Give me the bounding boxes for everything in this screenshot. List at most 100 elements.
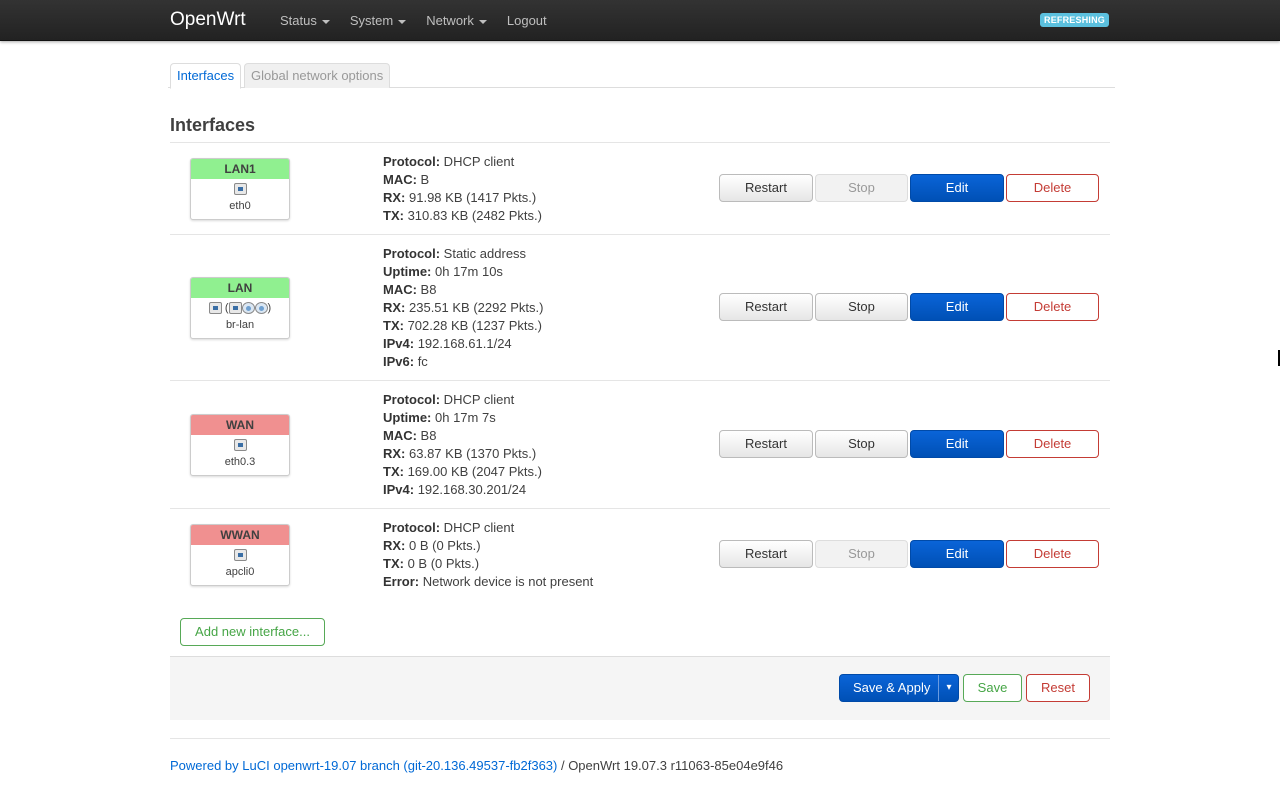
bridge-ports-icons: () — [191, 298, 289, 318]
interface-name: LAN1 — [191, 159, 289, 179]
interface-badge: WWAN apcli0 — [190, 524, 290, 586]
tab-global-network-options[interactable]: Global network options — [244, 63, 391, 88]
interface-badge: WAN eth0.3 — [190, 414, 290, 476]
menu-network-label: Network — [426, 13, 474, 28]
detail-line: IPv4: 192.168.61.1/24 — [383, 335, 543, 353]
detail-key: Uptime: — [383, 264, 432, 279]
detail-value: 0h 17m 10s — [431, 264, 503, 279]
detail-line: TX: 0 B (0 Pkts.) — [383, 555, 593, 573]
detail-value: 310.83 KB (2482 Pkts.) — [403, 208, 542, 223]
reset-button[interactable]: Reset — [1026, 674, 1090, 702]
save-apply-label: Save & Apply — [853, 680, 931, 695]
detail-line: IPv6: fc — [383, 353, 543, 371]
detail-key: MAC: — [383, 428, 417, 443]
main-menu: Status System Network Logout — [270, 0, 557, 41]
menu-logout[interactable]: Logout — [497, 0, 557, 41]
add-interface-button[interactable]: Add new interface... — [180, 618, 325, 646]
interface-badge: LAN1 eth0 — [190, 158, 290, 220]
interface-device: eth0 — [229, 200, 251, 212]
detail-value: 702.28 KB (1237 Pkts.) — [403, 318, 542, 333]
caret-down-icon — [478, 19, 487, 24]
detail-key: Protocol: — [383, 154, 441, 169]
interface-details: Protocol: DHCP client MAC: B RX: 91.98 K… — [383, 153, 542, 225]
ethernet-icon — [233, 183, 247, 196]
detail-line: RX: 63.87 KB (1370 Pkts.) — [383, 445, 542, 463]
caret-down-icon — [398, 19, 407, 24]
detail-key: Protocol: — [383, 520, 441, 535]
detail-key: TX: — [383, 208, 404, 223]
ethernet-icon — [233, 549, 247, 562]
detail-key: MAC: — [383, 172, 417, 187]
detail-value: fc — [414, 354, 428, 369]
detail-value: 0h 17m 7s — [431, 410, 496, 425]
stop-button[interactable]: Stop — [815, 174, 908, 202]
interface-device: br-lan — [225, 319, 255, 331]
detail-line: Protocol: DHCP client — [383, 153, 542, 171]
stop-button[interactable]: Stop — [815, 293, 908, 321]
interface-row-lan: LAN () br-lan Protocol: Static address U… — [170, 235, 1110, 381]
interface-row-wwan: WWAN apcli0 Protocol: DHCP client RX: 0 … — [170, 509, 1110, 601]
detail-value: B8 — [416, 428, 437, 443]
restart-button[interactable]: Restart — [719, 430, 813, 458]
dropdown-arrow-icon[interactable]: ▾ — [939, 675, 959, 701]
stop-button[interactable]: Stop — [815, 430, 908, 458]
detail-line: TX: 310.83 KB (2482 Pkts.) — [383, 207, 542, 225]
restart-button[interactable]: Restart — [719, 540, 813, 568]
save-apply-button[interactable]: Save & Apply ▾ — [839, 674, 959, 702]
tab-bar: Interfaces Global network options — [168, 63, 1115, 89]
menu-system[interactable]: System — [340, 0, 416, 41]
switch-icon — [233, 439, 247, 452]
detail-value: 235.51 KB (2292 Pkts.) — [405, 300, 544, 315]
stop-button[interactable]: Stop — [815, 540, 908, 568]
interface-device: eth0.3 — [224, 456, 256, 468]
detail-value: DHCP client — [440, 154, 515, 169]
restart-button[interactable]: Restart — [719, 174, 813, 202]
ethernet-icon — [228, 302, 242, 315]
detail-value: B8 — [416, 282, 437, 297]
detail-value: 169.00 KB (2047 Pkts.) — [403, 464, 542, 479]
luci-link[interactable]: Powered by LuCI openwrt-19.07 branch (gi… — [170, 758, 557, 773]
detail-key: Error: — [383, 574, 420, 589]
edit-button[interactable]: Edit — [910, 293, 1004, 321]
detail-line: RX: 91.98 KB (1417 Pkts.) — [383, 189, 542, 207]
detail-key: TX: — [383, 318, 404, 333]
detail-value: DHCP client — [440, 520, 515, 535]
delete-button[interactable]: Delete — [1006, 430, 1099, 458]
interface-details: Protocol: DHCP client RX: 0 B (0 Pkts.) … — [383, 519, 593, 591]
bridge-icon — [208, 302, 222, 315]
detail-value: B — [416, 172, 430, 187]
detail-key: IPv4: — [383, 336, 415, 351]
edit-button[interactable]: Edit — [910, 540, 1004, 568]
detail-value: DHCP client — [440, 392, 515, 407]
detail-key: Protocol: — [383, 392, 441, 407]
interface-details: Protocol: Static address Uptime: 0h 17m … — [383, 245, 543, 371]
interface-row-wan: WAN eth0.3 Protocol: DHCP client Uptime:… — [170, 381, 1110, 509]
detail-value: 192.168.61.1/24 — [414, 336, 512, 351]
menu-network[interactable]: Network — [416, 0, 497, 41]
divider — [170, 738, 1110, 739]
detail-line: MAC: B8 — [383, 427, 542, 445]
interface-badge: LAN () br-lan — [190, 277, 290, 339]
restart-button[interactable]: Restart — [719, 293, 813, 321]
refreshing-badge[interactable]: REFRESHING — [1040, 13, 1110, 27]
detail-key: IPv4: — [383, 482, 415, 497]
brand-logo[interactable]: OpenWrt — [170, 9, 246, 31]
vlan-port-icon — [191, 435, 289, 455]
edit-button[interactable]: Edit — [910, 174, 1004, 202]
edit-button[interactable]: Edit — [910, 430, 1004, 458]
detail-value: 0 B (0 Pkts.) — [405, 538, 481, 553]
delete-button[interactable]: Delete — [1006, 540, 1099, 568]
section-title: Interfaces — [170, 115, 256, 135]
footer: Powered by LuCI openwrt-19.07 branch (gi… — [170, 758, 783, 773]
interface-name: WAN — [191, 415, 289, 435]
interface-row-lan1: LAN1 eth0 Protocol: DHCP client MAC: B R… — [170, 143, 1110, 235]
menu-status[interactable]: Status — [270, 0, 340, 41]
delete-button[interactable]: Delete — [1006, 174, 1099, 202]
save-button[interactable]: Save — [963, 674, 1022, 702]
detail-key: Uptime: — [383, 410, 432, 425]
delete-button[interactable]: Delete — [1006, 293, 1099, 321]
tab-interfaces[interactable]: Interfaces — [170, 63, 242, 89]
detail-value: 91.98 KB (1417 Pkts.) — [405, 190, 537, 205]
detail-value: 0 B (0 Pkts.) — [403, 556, 480, 571]
detail-value: 192.168.30.201/24 — [414, 482, 527, 497]
